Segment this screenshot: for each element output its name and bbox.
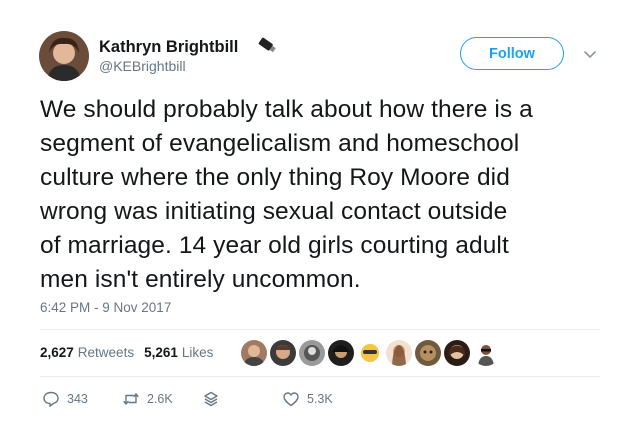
liker-avatar[interactable]: [414, 339, 442, 367]
likes-stat[interactable]: 5,261 Likes: [144, 345, 213, 360]
retweet-count: 2.6K: [147, 392, 173, 406]
liker-avatar[interactable]: [472, 339, 500, 367]
layers-icon: [204, 391, 218, 407]
divider: [40, 329, 600, 330]
reply-icon: [43, 391, 59, 407]
liker-avatar[interactable]: [385, 339, 413, 367]
author-handle[interactable]: @KEBrightbill: [99, 58, 186, 74]
divider: [40, 376, 600, 377]
likes-count: 5,261: [144, 345, 178, 360]
direct-message-action[interactable]: [202, 390, 227, 408]
tweet-text-line: wrong was initiating sexual contact outs…: [40, 198, 508, 225]
tweet-text: We should probably talk about how there …: [40, 93, 610, 297]
author-avatar[interactable]: [39, 31, 89, 81]
retweet-action[interactable]: 2.6K: [122, 390, 173, 408]
retweet-icon: [123, 393, 139, 405]
retweets-count: 2,627: [40, 345, 74, 360]
chevron-down-icon[interactable]: [583, 47, 597, 59]
flash-drive-icon: [255, 35, 279, 55]
follow-button[interactable]: Follow: [460, 37, 564, 70]
liker-avatar[interactable]: [443, 339, 471, 367]
liker-avatar[interactable]: [240, 339, 268, 367]
retweets-label: Retweets: [77, 345, 135, 360]
likes-label: Likes: [181, 345, 214, 360]
tweet-stats: 2,627 Retweets 5,261 Likes: [40, 345, 213, 360]
reply-count: 343: [67, 392, 88, 406]
liker-avatar[interactable]: [269, 339, 297, 367]
retweets-stat[interactable]: 2,627 Retweets: [40, 345, 134, 360]
tweet-text-line: We should probably talk about how there …: [40, 96, 533, 123]
tweet-text-line: men isn't entirely uncommon.: [40, 266, 361, 293]
like-action[interactable]: 5.3K: [282, 390, 333, 408]
tweet-timestamp[interactable]: 6:42 PM - 9 Nov 2017: [40, 300, 171, 315]
like-count: 5.3K: [307, 392, 333, 406]
tweet-text-line: of marriage. 14 year old girls courting …: [40, 232, 509, 259]
reply-action[interactable]: 343: [42, 390, 88, 408]
author-name[interactable]: Kathryn Brightbill: [99, 38, 238, 57]
likers-avatars: [240, 339, 501, 367]
heart-icon: [283, 392, 299, 407]
liker-avatar[interactable]: [298, 339, 326, 367]
tweet-text-line: segment of evangelicalism and homeschool: [40, 130, 520, 157]
liker-avatar[interactable]: [356, 339, 384, 367]
tweet-text-line: culture where the only thing Roy Moore d…: [40, 164, 510, 191]
liker-avatar[interactable]: [327, 339, 355, 367]
